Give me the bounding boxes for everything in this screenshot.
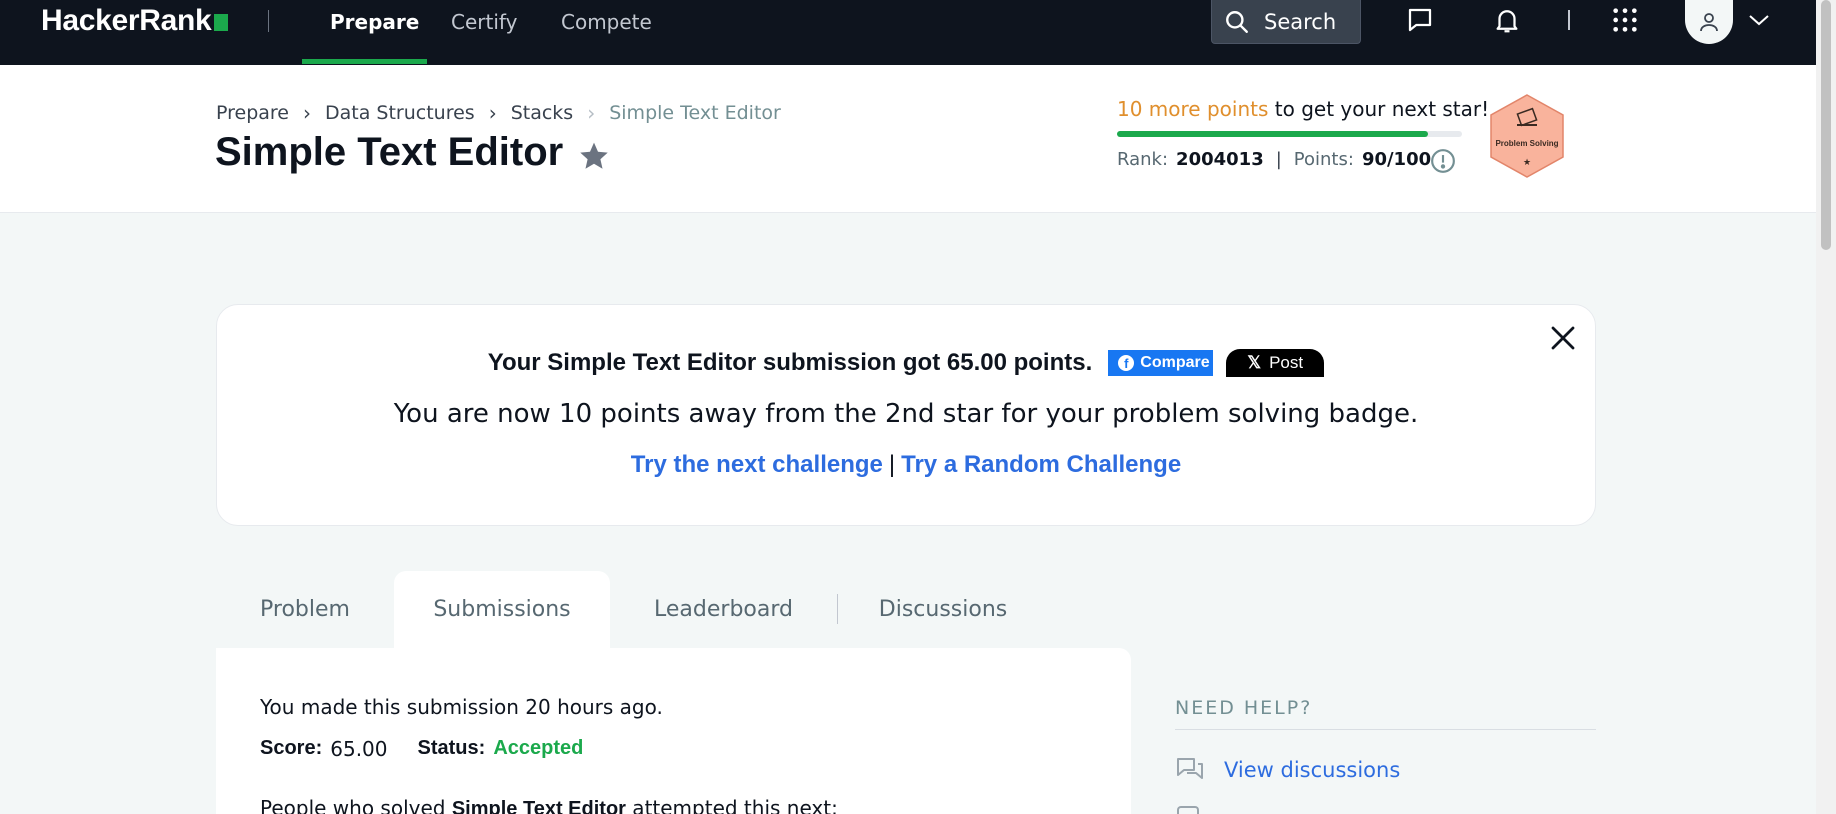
rank-label: Rank: — [1117, 149, 1169, 170]
facebook-icon: f — [1118, 355, 1135, 371]
nav-link-compete[interactable]: Compete — [561, 0, 652, 65]
x-post-label: Post — [1269, 353, 1304, 372]
score-status-row: Score: 65.00 Status: Accepted — [260, 737, 583, 761]
submission-time: You made this submission 20 hours ago. — [260, 695, 663, 719]
status-label: Status: — [417, 737, 486, 759]
x-post-button[interactable]: 𝕏 Post — [1226, 349, 1325, 377]
points-label: Points: — [1293, 149, 1354, 170]
chevron-right-icon: › — [587, 101, 596, 125]
top-nav: HackerRank Prepare Certify Compete Searc… — [0, 0, 1816, 65]
hackerrank-logo[interactable]: HackerRank — [41, 4, 229, 37]
problem-solving-badge[interactable]: ★ Problem Solving — [1487, 93, 1567, 179]
points-value: 90/100 — [1361, 149, 1432, 170]
nav-separator — [1568, 10, 1570, 30]
score-label: Score: — [260, 737, 323, 759]
submission-result-card: Your Simple Text Editor submission got 6… — [216, 304, 1596, 526]
attempted-next-challenge: Simple Text Editor — [451, 798, 626, 814]
next-challenge-links: Try the next challenge | Try a Random Chal… — [217, 451, 1595, 479]
messages-button[interactable] — [1403, 3, 1437, 37]
rank-value: 2004013 — [1176, 149, 1264, 170]
svg-text:★: ★ — [1523, 157, 1531, 167]
next-star-message: 10 more points to get your next star! — [1117, 97, 1489, 121]
page-scrollbar[interactable] — [1816, 0, 1836, 814]
notifications-button[interactable] — [1490, 3, 1524, 37]
tab-problem[interactable]: Problem — [216, 571, 394, 648]
rank-divider: | — [1275, 149, 1282, 170]
challenge-header: Prepare › Data Structures › Stacks › Sim… — [0, 65, 1816, 213]
chevron-right-icon: › — [303, 101, 311, 125]
badge-progress-message: You are now 10 points away from the 2nd … — [393, 399, 1419, 429]
tab-submissions[interactable]: Submissions — [394, 571, 610, 648]
x-logo-icon: 𝕏 — [1247, 353, 1262, 372]
nav-link-certify[interactable]: Certify — [451, 0, 517, 65]
apps-button[interactable] — [1608, 3, 1642, 37]
search-label: Search — [1264, 9, 1337, 34]
search-icon — [1226, 10, 1248, 33]
tab-leaderboard[interactable]: Leaderboard — [610, 571, 837, 648]
attempted-next-suffix: attempted this next: — [625, 796, 838, 814]
status-badge: Accepted — [493, 737, 584, 759]
discussions-icon — [1177, 758, 1203, 779]
attempted-next-text: People who solved Simple Text Editor att… — [260, 796, 838, 814]
chevron-right-icon: › — [488, 101, 497, 125]
logo-text: HackerRank — [41, 4, 212, 37]
facebook-share-button[interactable]: f Compare — [1108, 350, 1214, 376]
profile-menu-toggle[interactable] — [1742, 3, 1776, 37]
view-discussions-link[interactable]: View discussions — [1176, 756, 1400, 784]
result-title-row: Your Simple Text Editor submission got 6… — [217, 349, 1595, 377]
need-help-divider — [1175, 729, 1596, 730]
avatar[interactable] — [1685, 0, 1733, 44]
link-separator: | — [888, 451, 896, 478]
submission-panel: You made this submission 20 hours ago. S… — [216, 648, 1131, 814]
bookmark-star-icon[interactable] — [578, 140, 610, 172]
need-help-heading: NEED HELP? — [1175, 697, 1313, 719]
badge-label: Problem Solving — [1495, 139, 1559, 148]
chevron-down-icon — [1749, 15, 1769, 26]
scrollbar-thumb[interactable] — [1821, 0, 1831, 250]
active-nav-indicator — [302, 59, 427, 64]
nav-divider — [268, 10, 269, 32]
breadcrumb-current: Simple Text Editor — [609, 102, 781, 124]
rank-points-row: Rank: 2004013 | Points: 90/100 — [1117, 149, 1431, 170]
info-icon[interactable] — [1430, 148, 1456, 174]
facebook-share-label: Compare — [1140, 354, 1210, 371]
points-needed: 10 more points — [1117, 97, 1269, 121]
logo-mark — [214, 14, 229, 31]
messages-icon — [1408, 8, 1432, 32]
next-star-text: to get your next star! — [1268, 97, 1490, 121]
try-random-challenge-link[interactable]: Try a Random Challenge — [901, 451, 1181, 478]
page-title: Simple Text Editor — [215, 130, 564, 174]
breadcrumb-data-structures[interactable]: Data Structures — [325, 102, 475, 124]
hexagon-badge-icon: ★ — [1490, 94, 1564, 178]
notifications-icon — [1496, 10, 1518, 33]
apps-grid-icon — [1613, 8, 1637, 32]
star-progress-bar — [1117, 131, 1462, 137]
breadcrumb-prepare[interactable]: Prepare — [216, 102, 289, 124]
breadcrumb-stacks[interactable]: Stacks — [511, 102, 574, 124]
search-button[interactable]: Search — [1211, 0, 1361, 44]
star-progress-fill — [1117, 131, 1428, 137]
help-resource-icon — [1177, 806, 1199, 814]
view-discussions-label: View discussions — [1224, 758, 1401, 782]
tab-discussions[interactable]: Discussions — [838, 571, 1048, 648]
user-avatar-icon — [1700, 13, 1718, 32]
try-next-challenge-link[interactable]: Try the next challenge — [631, 451, 883, 478]
result-title: Your Simple Text Editor submission got 6… — [487, 349, 1093, 376]
nav-link-prepare[interactable]: Prepare — [330, 0, 419, 65]
breadcrumb: Prepare › Data Structures › Stacks › Sim… — [216, 101, 781, 125]
attempted-next-prefix: People who solved — [260, 796, 452, 814]
score-value: 65.00 — [330, 737, 388, 761]
